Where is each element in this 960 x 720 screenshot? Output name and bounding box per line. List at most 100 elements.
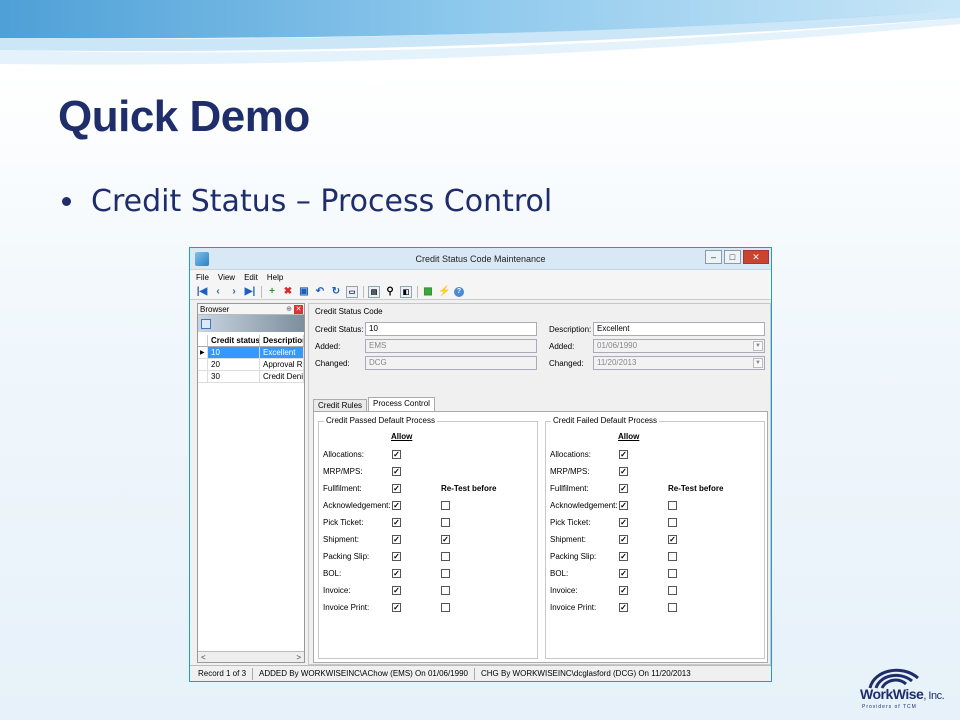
allow-checkbox[interactable]: ✓ <box>392 603 401 612</box>
print-icon[interactable]: ▤ <box>368 285 380 298</box>
find-icon[interactable]: ⚲ <box>384 286 396 298</box>
detail-panel: Credit Status Code Credit Status: 10 Des… <box>308 303 771 665</box>
slide-bullet: Credit Status – Process Control <box>62 184 552 219</box>
process-label: MRP/MPS: <box>323 467 363 476</box>
next-record-icon[interactable]: › <box>228 286 240 298</box>
allow-checkbox[interactable]: ✓ <box>619 484 628 493</box>
browser-view-icon[interactable] <box>201 318 211 329</box>
column-credit-status[interactable]: Credit status <box>208 335 260 346</box>
retest-checkbox[interactable] <box>668 501 677 510</box>
column-description[interactable]: Description <box>260 335 304 346</box>
retest-checkbox[interactable] <box>441 586 450 595</box>
first-record-icon[interactable]: |◀ <box>196 286 208 298</box>
horizontal-scrollbar[interactable]: < > <box>198 651 304 662</box>
retest-checkbox[interactable] <box>668 586 677 595</box>
scroll-left-icon[interactable]: < <box>201 653 206 662</box>
allow-checkbox[interactable]: ✓ <box>392 586 401 595</box>
credit-passed-group: Credit Passed Default Process Allow Re-T… <box>318 416 538 659</box>
table-row[interactable]: 30 Credit Denied <box>198 371 304 383</box>
added-info: ADDED By WORKWISEINC\AChow (EMS) On 01/0… <box>259 669 468 678</box>
failed-allow-header: Allow <box>618 432 640 441</box>
last-record-icon[interactable]: ▶| <box>244 286 256 298</box>
window-title: Credit Status Code Maintenance <box>415 253 546 264</box>
window-titlebar[interactable]: Credit Status Code Maintenance – □ ✕ <box>190 248 771 270</box>
process-label: Pick Ticket: <box>550 518 591 527</box>
excel-icon[interactable]: ▩ <box>422 286 434 298</box>
description-field[interactable]: Excellent <box>593 322 765 336</box>
allow-checkbox[interactable]: ✓ <box>392 569 401 578</box>
save-icon[interactable]: ▣ <box>298 286 310 298</box>
table-row[interactable]: ▶ 10 Excellent <box>198 347 304 359</box>
process-row: BOL: ✓ <box>550 568 760 580</box>
retest-checkbox[interactable] <box>441 518 450 527</box>
credit-status-field[interactable]: 10 <box>365 322 537 336</box>
minimize-button[interactable]: – <box>705 250 722 264</box>
allow-checkbox[interactable]: ✓ <box>619 535 628 544</box>
description-label: Description: <box>549 325 592 334</box>
logo-brand: WorkWise <box>860 686 924 702</box>
process-label: Pick Ticket: <box>323 518 364 527</box>
process-row: Invoice Print: ✓ <box>550 602 760 614</box>
menu-edit[interactable]: Edit <box>244 273 258 282</box>
previous-record-icon[interactable]: ‹ <box>212 286 224 298</box>
retest-checkbox[interactable]: ✓ <box>668 535 677 544</box>
allow-checkbox[interactable]: ✓ <box>619 450 628 459</box>
delete-icon[interactable]: ✖ <box>282 286 294 298</box>
process-row: BOL: ✓ <box>323 568 533 580</box>
close-button[interactable]: ✕ <box>743 250 769 264</box>
tab-credit-rules[interactable]: Credit Rules <box>313 399 368 411</box>
retest-checkbox[interactable] <box>441 603 450 612</box>
retest-checkbox[interactable] <box>441 552 450 561</box>
allow-checkbox[interactable]: ✓ <box>392 552 401 561</box>
help-icon[interactable]: ? <box>454 286 464 297</box>
new-document-icon[interactable]: ▭ <box>346 285 358 298</box>
allow-checkbox[interactable]: ✓ <box>392 501 401 510</box>
process-label: Fullfilment: <box>323 484 362 493</box>
allow-checkbox[interactable]: ✓ <box>619 467 628 476</box>
menu-view[interactable]: View <box>218 273 235 282</box>
menu-file[interactable]: File <box>196 273 209 282</box>
process-label: BOL: <box>550 569 569 578</box>
allow-checkbox[interactable]: ✓ <box>619 552 628 561</box>
process-row: Allocations: ✓ <box>323 449 533 461</box>
maximize-button[interactable]: □ <box>724 250 741 264</box>
retest-checkbox[interactable] <box>668 569 677 578</box>
tab-strip: Credit Rules Process Control <box>313 397 436 411</box>
added-date-field: 01/06/1990 ▼ <box>593 339 765 353</box>
allow-checkbox[interactable]: ✓ <box>619 501 628 510</box>
lightning-icon[interactable]: ⚡ <box>438 286 450 298</box>
retest-checkbox[interactable]: ✓ <box>441 535 450 544</box>
retest-checkbox[interactable] <box>441 501 450 510</box>
browser-toggle-icon[interactable]: ◧ <box>400 285 412 298</box>
row-indicator-icon: ▶ <box>198 347 208 358</box>
refresh-icon[interactable]: ↻ <box>330 286 342 298</box>
tab-process-control[interactable]: Process Control <box>368 397 435 411</box>
app-window: Credit Status Code Maintenance – □ ✕ Fil… <box>189 247 772 682</box>
process-row: Fullfilment: ✓ <box>550 483 760 495</box>
allow-checkbox[interactable]: ✓ <box>619 603 628 612</box>
menu-help[interactable]: Help <box>267 273 283 282</box>
scroll-right-icon[interactable]: > <box>296 653 301 662</box>
process-label: Invoice: <box>323 586 351 595</box>
process-row: Pick Ticket: ✓ <box>323 517 533 529</box>
allow-checkbox[interactable]: ✓ <box>392 518 401 527</box>
table-row[interactable]: 20 Approval Req <box>198 359 304 371</box>
retest-checkbox[interactable] <box>668 552 677 561</box>
allow-checkbox[interactable]: ✓ <box>619 586 628 595</box>
status-bar: Record 1 of 3 ADDED By WORKWISEINC\AChow… <box>190 665 771 681</box>
allow-checkbox[interactable]: ✓ <box>619 569 628 578</box>
changed-info: CHG By WORKWISEINC\dcglasford (DCG) On 1… <box>480 669 691 678</box>
allow-checkbox[interactable]: ✓ <box>392 467 401 476</box>
allow-checkbox[interactable]: ✓ <box>392 450 401 459</box>
retest-checkbox[interactable] <box>441 569 450 578</box>
add-icon[interactable]: + <box>266 286 278 298</box>
retest-checkbox[interactable] <box>668 603 677 612</box>
failed-title: Credit Failed Default Process <box>551 416 660 425</box>
undo-icon[interactable]: ↶ <box>314 286 326 298</box>
pin-icon[interactable]: ⊕ <box>286 305 292 313</box>
browser-close-icon[interactable]: ✕ <box>294 305 303 314</box>
allow-checkbox[interactable]: ✓ <box>392 535 401 544</box>
allow-checkbox[interactable]: ✓ <box>392 484 401 493</box>
allow-checkbox[interactable]: ✓ <box>619 518 628 527</box>
retest-checkbox[interactable] <box>668 518 677 527</box>
